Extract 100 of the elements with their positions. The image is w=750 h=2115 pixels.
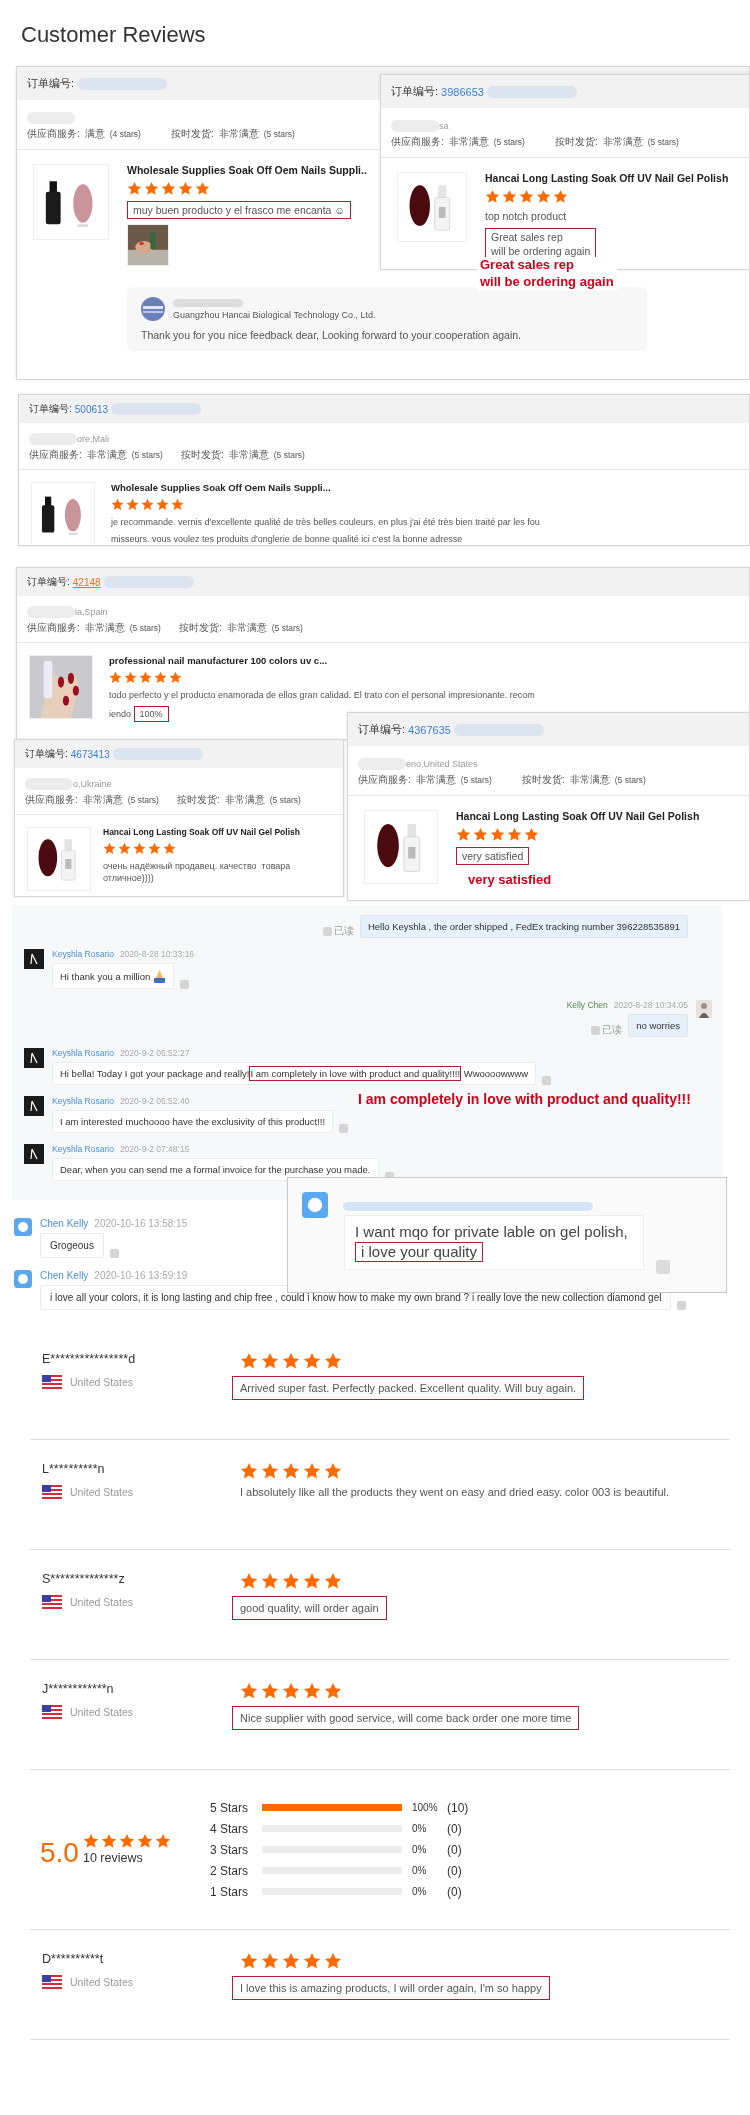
bar-count: (10) [447, 1800, 469, 1815]
flag-icon [42, 1375, 62, 1389]
product-title[interactable]: Hancai Long Lasting Soak Off UV Nail Gel Polish [485, 172, 729, 184]
bar-percent: 0% [412, 1886, 428, 1897]
product-title[interactable]: Wholesale Supplies Soak Off Oem Nails Suppli.. [127, 164, 367, 176]
star-icon [169, 671, 182, 684]
rating-count: (4 stars) [109, 129, 141, 139]
star-icon [282, 1572, 300, 1590]
star-icon [303, 1952, 321, 1970]
rating-count: (5 stars) [263, 129, 295, 139]
rating-label: 供应商服务: [358, 773, 411, 787]
product-title[interactable]: Hancai Long Lasting Soak Off UV Nail Gel Polish [456, 810, 700, 822]
star-icon [111, 498, 124, 511]
star-icon [261, 1682, 279, 1700]
bar-count: (0) [447, 1821, 462, 1836]
flag-icon [42, 1705, 62, 1719]
reviewer-name: S**************z [42, 1572, 126, 1586]
page-title: Customer Reviews [20, 21, 207, 48]
location-text: eno,United States [406, 758, 478, 769]
review-text: je recommande. vernis d'excellente qualité de très belles couleurs. en plus j'ai été très bien traité par les fou [111, 516, 540, 529]
avatar-icon [14, 1218, 32, 1236]
star-icon [240, 1462, 258, 1480]
rating-count: (5 stars) [129, 623, 161, 633]
star-icon [240, 1952, 258, 1970]
rating-value: 非常满意 [84, 621, 125, 635]
message-text: Dear, when you can send me a formal invoice for the purchase you made. [60, 1164, 371, 1175]
star-icon [161, 181, 176, 196]
reply-text: Thank you for you nice feedback dear, Looking forward to your cooperation again. [141, 329, 522, 342]
rating-label: 按时发货: [521, 773, 565, 787]
blur-patch [173, 298, 243, 307]
product-title[interactable]: professional nail manufacturer 100 colors uv c... [109, 655, 328, 666]
avatar-icon [24, 1144, 44, 1164]
product-title[interactable]: Hancai Long Lasting Soak Off UV Nail Gel Polish [103, 827, 300, 837]
rating-value: 非常满意 [226, 621, 267, 635]
message-time: 2020-9-2 06:52:27 [119, 1048, 190, 1058]
avatar-icon [24, 949, 44, 969]
review-text: очень надёжный продавец. качество товара отличное)))) [103, 860, 292, 885]
order-number[interactable]: 4673413 [70, 748, 110, 760]
rating-value: 非常满意 [224, 793, 265, 807]
star-icon [282, 1462, 300, 1480]
rating-label: 按时发货: [180, 448, 224, 462]
rating-label: 按时发货: [170, 127, 214, 141]
read-label: 已读 [602, 1023, 623, 1037]
star-icon [82, 1832, 99, 1849]
rating-label: 供应商服务: [27, 127, 80, 141]
bar-label: 1 Stars [210, 1884, 249, 1899]
review-text: Arrived super fast. Perfectly packed. Excellent quality. Will buy again. [232, 1376, 585, 1400]
sender-name: Keyshla Rosario [52, 1144, 114, 1154]
rating-value: 非常满意 [448, 135, 489, 149]
sender-name: Chen Kelly [40, 1218, 89, 1229]
rating-label: 按时发货: [178, 621, 222, 635]
star-icon [156, 498, 169, 511]
star-icon [282, 1682, 300, 1700]
order-label: 订单编号: [358, 722, 406, 737]
rating-value: 非常满意 [602, 135, 643, 149]
country-name: United States [70, 1486, 134, 1498]
review-text: muy buen producto y el frasco me encanta ☺ [127, 201, 352, 220]
status-icon [339, 1124, 349, 1133]
order-number[interactable]: 500613 [74, 403, 109, 415]
status-icon [322, 926, 332, 936]
rating-count: (5 stars) [131, 450, 163, 460]
order-label: 订单编号: [27, 575, 70, 589]
star-icon [171, 498, 184, 511]
star-icon [100, 1832, 117, 1849]
star-icon [282, 1352, 300, 1370]
reviewer-name: D**********t [42, 1952, 105, 1966]
review-text: good quality, will order again [232, 1596, 387, 1620]
country-name: United States [70, 1976, 134, 1988]
order-number[interactable]: 4367635 [408, 723, 451, 736]
flag-icon [42, 1975, 62, 1989]
rating-count: (5 stars) [493, 137, 525, 147]
status-icon [656, 1260, 670, 1274]
bar-percent: 0% [412, 1823, 428, 1834]
product-title[interactable]: Wholesale Supplies Soak Off Oem Nails Suppli... [111, 482, 331, 493]
status-icon [542, 1076, 552, 1085]
status-icon [180, 980, 190, 989]
rating-value: 非常满意 [82, 793, 123, 807]
star-icon [124, 671, 137, 684]
star-icon [303, 1682, 321, 1700]
star-icon [324, 1572, 342, 1590]
rating-label: 按时发货: [554, 135, 598, 149]
star-icon [507, 827, 522, 842]
status-icon [591, 1025, 601, 1035]
bar-percent: 100% [412, 1802, 439, 1813]
review-text: iendo 100% [109, 706, 169, 723]
bar-label: 4 Stars [210, 1821, 249, 1836]
bar-count: (0) [447, 1842, 462, 1857]
company-name: Guangzhou Hancai Biological Technology Co., Ltd. [173, 309, 376, 320]
rating-label: 按时发货: [176, 793, 220, 807]
sender-name: Keyshla Rosario [52, 949, 114, 959]
order-number[interactable]: 3986653 [441, 85, 484, 98]
message-text: Hi thank you a million [60, 970, 151, 982]
location-text: o,Ukraine [73, 778, 112, 789]
rating-count: (5 stars) [127, 795, 159, 805]
bar-percent: 0% [412, 1844, 428, 1855]
review-text: Nice supplier with good service, will come back order one more time [232, 1706, 580, 1730]
star-icon [485, 189, 500, 204]
star-icon [536, 189, 551, 204]
bar-label: 2 Stars [210, 1863, 249, 1878]
sender-name: Chen Kelly [40, 1270, 89, 1281]
